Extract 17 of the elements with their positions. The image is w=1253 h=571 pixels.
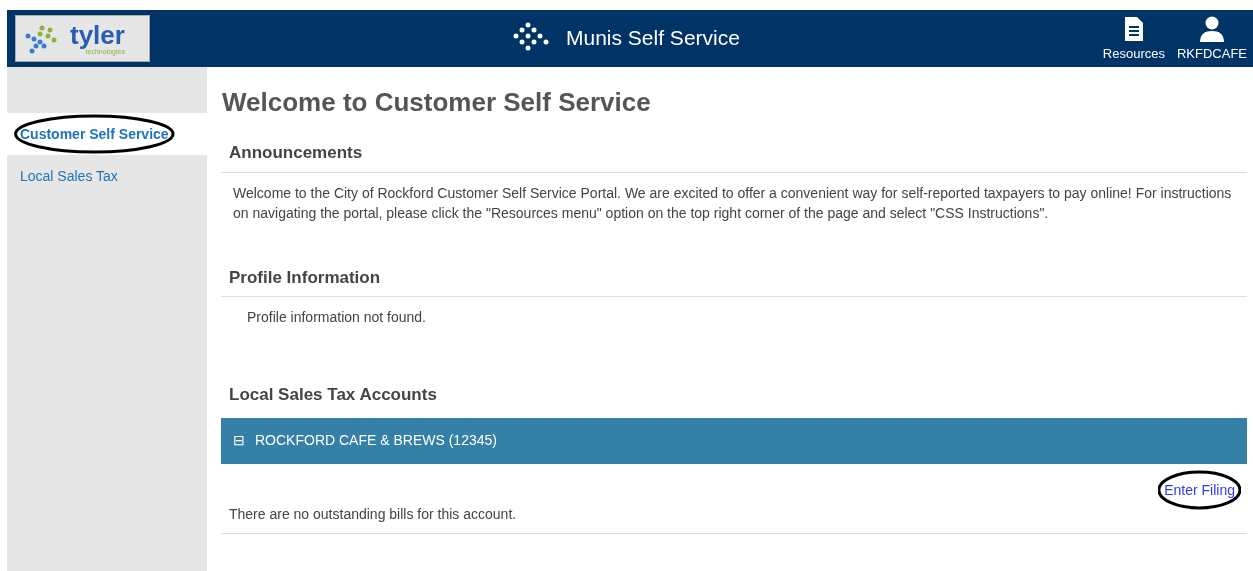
section-heading: Announcements [221, 140, 1247, 173]
user-icon [1198, 15, 1225, 42]
account-name: ROCKFORD CAFE & BREWS (12345) [255, 431, 497, 450]
section-heading: Profile Information [221, 264, 1247, 297]
account-header[interactable]: ⊟ ROCKFORD CAFE & BREWS (12345) [221, 417, 1247, 464]
section-text: Profile information not found. [246, 308, 427, 327]
collapse-toggle[interactable]: ⊟ [233, 430, 245, 451]
header-link[interactable]: RKFDCAFE [1176, 43, 1247, 63]
section-text: Welcome to the City of Rockford Customer Self Service Portal. We are excited to offer a convenient way for self-reported taxpayers to pay online! For instructions on navigating the portal, please click the "Resources menu" option on the top right corner of the page and select "CSS Instructions". [232, 183, 1233, 223]
section-heading: Local Sales Tax Accounts [228, 384, 438, 406]
sidebar-item[interactable]: Local Sales Tax [20, 168, 118, 184]
app-title: Munis Self Service [566, 25, 740, 52]
logo-wordmark: tyler [70, 22, 125, 48]
page-title: Welcome to Customer Self Service [222, 86, 652, 119]
document-icon [1123, 15, 1144, 42]
account-message: There are no outstanding bills for this account. [228, 504, 518, 524]
header-link[interactable]: Resources [1102, 43, 1165, 63]
